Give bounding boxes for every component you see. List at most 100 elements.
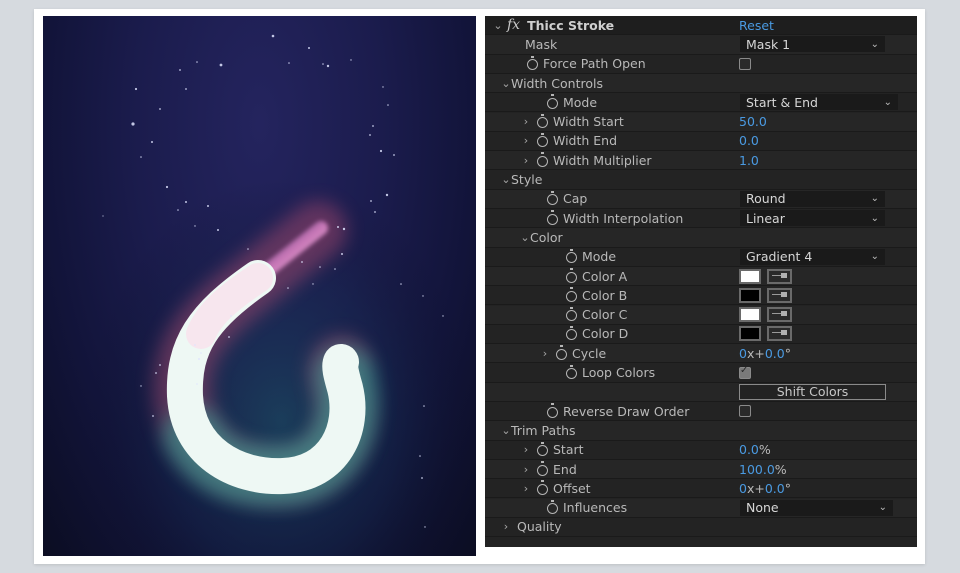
star — [442, 315, 444, 317]
color-c-swatch[interactable] — [739, 307, 761, 323]
width-start-value[interactable]: 50.0 — [739, 114, 767, 129]
stopwatch-icon[interactable] — [566, 364, 577, 380]
influences-dropdown[interactable]: None ⌄ — [740, 499, 893, 516]
reverse-draw-order-checkbox[interactable] — [739, 405, 751, 418]
star — [322, 63, 324, 65]
stopwatch-icon[interactable] — [566, 325, 577, 341]
star — [287, 287, 289, 289]
color-b-swatch[interactable] — [739, 287, 761, 303]
collapse-chevron-icon[interactable]: › — [521, 134, 531, 147]
stopwatch-icon[interactable] — [537, 132, 548, 148]
property-row-color-d: Color D — [485, 325, 917, 345]
effect-header-row: ⌄ fx Thicc Stroke Reset — [485, 16, 917, 36]
degrees-value[interactable]: 0.0 — [765, 481, 785, 496]
start-value[interactable]: 0.0% — [739, 442, 771, 457]
numeric-value[interactable]: 100.0 — [739, 462, 775, 477]
color-d-swatch[interactable] — [739, 326, 761, 342]
property-label: Style — [511, 172, 543, 188]
force-path-open-checkbox[interactable] — [739, 57, 751, 70]
expand-chevron-icon[interactable]: ⌄ — [520, 231, 530, 244]
width-interpolation-dropdown[interactable]: Linear ⌄ — [740, 210, 885, 227]
stopwatch-icon[interactable] — [537, 480, 548, 495]
stopwatch-icon[interactable] — [556, 345, 567, 360]
property-row-force-path-open: Force Path Open — [485, 55, 917, 74]
reset-link[interactable]: Reset — [739, 18, 774, 33]
width-end-value[interactable]: 0.0 — [739, 133, 759, 148]
separator-label: x+ — [746, 480, 765, 496]
end-value[interactable]: 100.0% — [739, 462, 787, 477]
loop-colors-checkbox[interactable] — [739, 365, 751, 379]
star — [194, 225, 196, 227]
dropdown-value: Linear — [746, 210, 785, 226]
collapse-chevron-icon[interactable]: › — [521, 115, 531, 128]
stopwatch-icon[interactable] — [547, 403, 558, 418]
collapse-chevron-icon[interactable]: › — [521, 463, 531, 476]
collapse-chevron-icon[interactable]: › — [521, 482, 531, 495]
revolutions-value[interactable]: 0 — [739, 346, 747, 361]
eyedropper-icon[interactable] — [767, 287, 792, 303]
fx-icon[interactable]: fx — [507, 17, 520, 33]
stopwatch-icon[interactable] — [566, 248, 577, 264]
width-multiplier-value[interactable]: 1.0 — [739, 153, 759, 168]
mode-dropdown[interactable]: Gradient 4 ⌄ — [740, 248, 885, 265]
degree-unit: ° — [784, 345, 791, 361]
stopwatch-icon[interactable] — [566, 287, 577, 302]
stopwatch-icon[interactable] — [537, 113, 548, 129]
star — [155, 372, 157, 374]
degree-unit: ° — [784, 480, 791, 496]
shift-colors-button[interactable]: Shift Colors — [739, 383, 886, 400]
stopwatch-icon[interactable] — [537, 152, 548, 167]
mode-dropdown[interactable]: Start & End ⌄ — [740, 94, 898, 111]
unit-label: % — [758, 442, 771, 458]
expand-chevron-icon[interactable]: ⌄ — [493, 19, 503, 32]
star — [200, 352, 202, 354]
mask-dropdown[interactable]: Mask 1 ⌄ — [740, 36, 885, 53]
eyedropper-icon[interactable] — [767, 268, 792, 284]
collapse-chevron-icon[interactable]: › — [501, 520, 511, 533]
expand-chevron-icon[interactable]: ⌄ — [501, 424, 511, 437]
revolutions-value[interactable]: 0 — [739, 481, 747, 496]
collapse-chevron-icon[interactable]: › — [521, 154, 531, 167]
expand-chevron-icon[interactable]: ⌄ — [501, 173, 511, 186]
collapse-chevron-icon[interactable]: › — [540, 347, 550, 360]
star — [334, 268, 336, 270]
stopwatch-icon[interactable] — [537, 461, 548, 476]
star — [185, 88, 187, 90]
stopwatch-icon[interactable] — [547, 210, 558, 225]
degrees-value[interactable]: 0.0 — [765, 346, 785, 361]
cycle-angle-value[interactable]: 0 x+ 0.0 ° — [739, 346, 791, 361]
eyedropper-icon[interactable] — [767, 307, 792, 323]
property-row-mask: Mask Mask 1 ⌄ — [485, 35, 917, 55]
property-row-reverse-draw-order: Reverse Draw Order — [485, 402, 917, 422]
property-label: Color A — [582, 268, 628, 284]
stopwatch-icon[interactable] — [547, 499, 558, 515]
star — [382, 86, 384, 88]
offset-angle-value[interactable]: 0 x+ 0.0 ° — [739, 481, 791, 496]
eyedropper-icon[interactable] — [767, 326, 792, 342]
color-a-swatch[interactable] — [739, 268, 761, 284]
star — [230, 315, 232, 317]
collapse-chevron-icon[interactable]: › — [521, 443, 531, 456]
property-label: Mode — [563, 94, 598, 110]
star — [177, 209, 179, 211]
property-label: Width Start — [553, 114, 624, 130]
separator-label: x+ — [746, 345, 765, 361]
stopwatch-icon[interactable] — [527, 55, 538, 71]
stopwatch-icon[interactable] — [566, 306, 577, 322]
star — [131, 122, 135, 126]
star — [207, 205, 209, 207]
star — [337, 226, 339, 228]
star — [319, 266, 321, 268]
dropdown-value: None — [746, 500, 779, 516]
stopwatch-icon[interactable] — [547, 190, 558, 206]
cap-dropdown[interactable]: Round ⌄ — [740, 190, 885, 207]
stopwatch-icon[interactable] — [566, 268, 577, 283]
star — [198, 358, 200, 360]
property-row-mode: Mode Start & End ⌄ — [485, 93, 917, 113]
numeric-value[interactable]: 0.0 — [739, 442, 759, 457]
star — [421, 477, 423, 479]
star — [312, 283, 314, 285]
stopwatch-icon[interactable] — [537, 441, 548, 457]
expand-chevron-icon[interactable]: ⌄ — [501, 77, 511, 90]
stopwatch-icon[interactable] — [547, 94, 558, 109]
